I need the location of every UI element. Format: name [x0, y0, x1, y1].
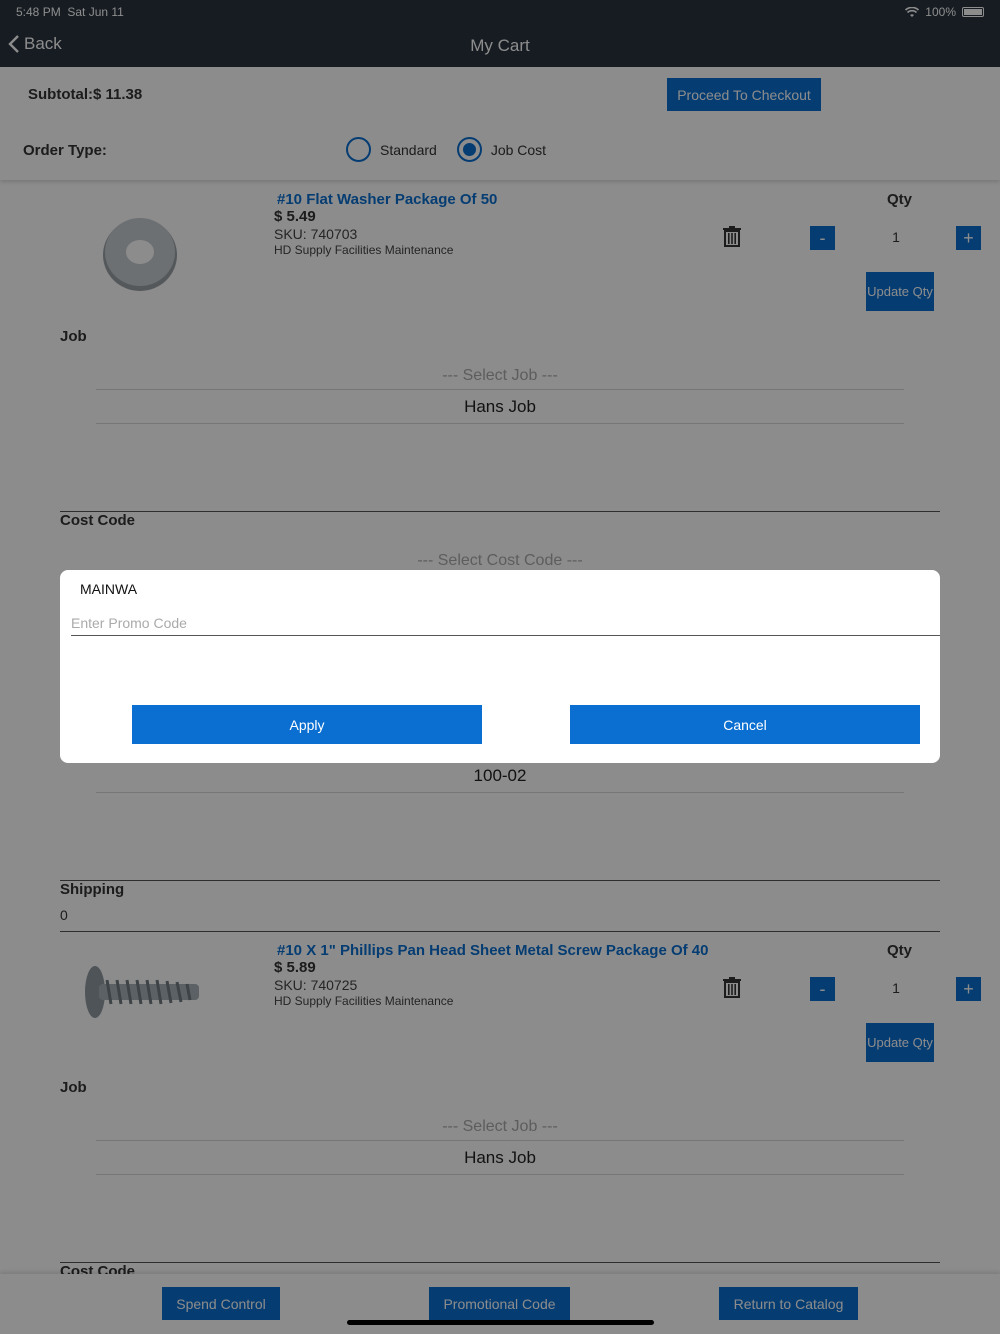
cancel-button[interactable]: Cancel [570, 705, 920, 744]
home-indicator[interactable] [347, 1320, 654, 1325]
promo-code-dialog: MAINWA Apply Cancel [60, 570, 940, 763]
promo-dialog-title: MAINWA [80, 581, 138, 597]
apply-button[interactable]: Apply [132, 705, 482, 744]
promo-code-input[interactable] [71, 610, 940, 636]
